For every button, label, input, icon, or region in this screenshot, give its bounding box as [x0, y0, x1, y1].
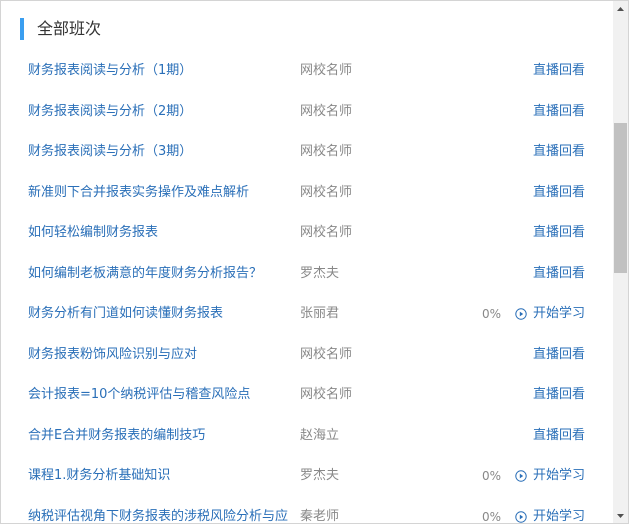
course-title-link[interactable]: 财务报表阅读与分析（1期） [28, 51, 288, 91]
start-learning-button[interactable]: 开始学习 [515, 456, 585, 496]
live-replay-link[interactable]: 直播回看 [533, 213, 585, 253]
course-teacher: 张丽君 [300, 306, 340, 321]
course-row: 财务报表阅读与分析（1期） 网校名师 直播回看 [1, 51, 613, 92]
course-teacher: 网校名师 [300, 346, 353, 362]
live-replay-link[interactable]: 直播回看 [533, 254, 585, 294]
course-title-link[interactable]: 财务报表粉饰风险识别与应对 [28, 335, 288, 375]
action-label: 直播回看 [532, 265, 585, 281]
action-label: 直播回看 [532, 103, 585, 119]
live-replay-link[interactable]: 直播回看 [533, 416, 585, 456]
scroll-down-button[interactable] [613, 508, 628, 523]
course-title-link[interactable]: 如何编制老板满意的年度财务分析报告？ [28, 254, 288, 294]
triangle-down-icon [617, 513, 624, 518]
course-title-link[interactable]: 课程1.财务分析基础知识 [28, 456, 288, 496]
action-label: 开始学习 [532, 468, 585, 483]
course-row: 课程1.财务分析基础知识 罗杰夫 0% 开始学习 [1, 456, 613, 497]
action-label: 直播回看 [532, 144, 585, 159]
course-list-panel: 全部班次 财务报表阅读与分析（1期） 网校名师 直播回看 财务报表阅读与分析（2期）网… [0, 0, 629, 524]
course-title-link[interactable]: 纳税评估视角下财务报表的涉税风险分析与应 [28, 497, 288, 524]
course-teacher: 赵海立 [300, 427, 340, 443]
course-progress: 0% [482, 307, 502, 321]
course-teacher: 秦老师 [300, 508, 340, 524]
course-list: 财务报表阅读与分析（1期） 网校名师 直播回看 财务报表阅读与分析（2期） 网校名师 直播… [1, 51, 613, 524]
course-title-link[interactable]: 财务报表阅读与分析（3期） [28, 132, 288, 172]
action-label: 直播回看 [532, 225, 585, 240]
course-title-link[interactable]: 如何轻松编制财务报表 [28, 213, 288, 253]
course-teacher: 罗杰夫 [300, 265, 340, 281]
course-row: 纳税评估视角下财务报表的涉税风险分析与应 秦老师 0% 开始学习 [1, 497, 613, 524]
course-row: 合并E合并财务报表的编制技巧 赵海立 直播回看 [1, 416, 613, 457]
course-teacher: 网校名师 [300, 63, 353, 78]
course-teacher: 网校名师 [300, 144, 353, 159]
header-accent-bar [20, 18, 24, 40]
course-teacher: 网校名师 [300, 225, 353, 240]
course-title-link[interactable]: 财务报表阅读与分析（2期） [28, 92, 288, 132]
live-replay-link[interactable]: 直播回看 [533, 335, 585, 375]
action-label: 直播回看 [532, 346, 585, 362]
course-title-link[interactable]: 新准则下合并报表实务操作及难点解析 [28, 173, 288, 213]
start-learning-button[interactable]: 开始学习 [515, 497, 585, 524]
vertical-scrollbar[interactable] [613, 1, 628, 523]
course-teacher: 罗杰夫 [300, 468, 340, 483]
course-title-link[interactable]: 财务分析有门道如何读懂财务报表 [28, 294, 288, 334]
scrollbar-thumb[interactable] [614, 123, 627, 273]
play-circle-icon [515, 510, 527, 523]
live-replay-link[interactable]: 直播回看 [533, 92, 585, 132]
course-progress: 0% [482, 509, 502, 524]
scroll-up-button[interactable] [613, 1, 628, 16]
action-label: 开始学习 [532, 306, 585, 321]
course-teacher: 网校名师 [300, 184, 353, 200]
course-row: 财务报表阅读与分析（2期） 网校名师 直播回看 [1, 92, 613, 133]
course-row: 财务报表阅读与分析（3期） 网校名师 直播回看 [1, 132, 613, 173]
course-progress: 0% [482, 469, 502, 483]
action-label: 直播回看 [532, 63, 585, 78]
action-label: 开始学习 [532, 508, 585, 524]
live-replay-link[interactable]: 直播回看 [533, 132, 585, 172]
live-replay-link[interactable]: 直播回看 [533, 173, 585, 213]
course-title-link[interactable]: 会计报表=10个纳税评估与稽查风险点 [28, 375, 288, 415]
course-row: 如何编制老板满意的年度财务分析报告？ 罗杰夫 直播回看 [1, 254, 613, 295]
action-label: 直播回看 [532, 184, 585, 200]
course-row: 会计报表=10个纳税评估与稽查风险点 网校名师 直播回看 [1, 375, 613, 416]
course-row: 财务报表粉饰风险识别与应对 网校名师 直播回看 [1, 335, 613, 376]
course-teacher: 网校名师 [300, 387, 353, 402]
triangle-up-icon [617, 6, 624, 11]
panel-header: 全部班次 [1, 1, 613, 53]
start-learning-button[interactable]: 开始学习 [515, 294, 585, 334]
course-row: 新准则下合并报表实务操作及难点解析 网校名师 直播回看 [1, 173, 613, 214]
course-row: 如何轻松编制财务报表 网校名师 直播回看 [1, 213, 613, 254]
live-replay-link[interactable]: 直播回看 [533, 375, 585, 415]
action-label: 直播回看 [532, 387, 585, 402]
play-circle-icon [515, 470, 527, 482]
course-row: 财务分析有门道如何读懂财务报表 张丽君 0% 开始学习 [1, 294, 613, 335]
page-title: 全部班次 [37, 19, 102, 38]
play-circle-icon [515, 308, 527, 320]
course-title-link[interactable]: 合并E合并财务报表的编制技巧 [28, 416, 288, 456]
live-replay-link[interactable]: 直播回看 [533, 51, 585, 91]
course-teacher: 网校名师 [300, 103, 353, 119]
action-label: 直播回看 [532, 427, 585, 443]
